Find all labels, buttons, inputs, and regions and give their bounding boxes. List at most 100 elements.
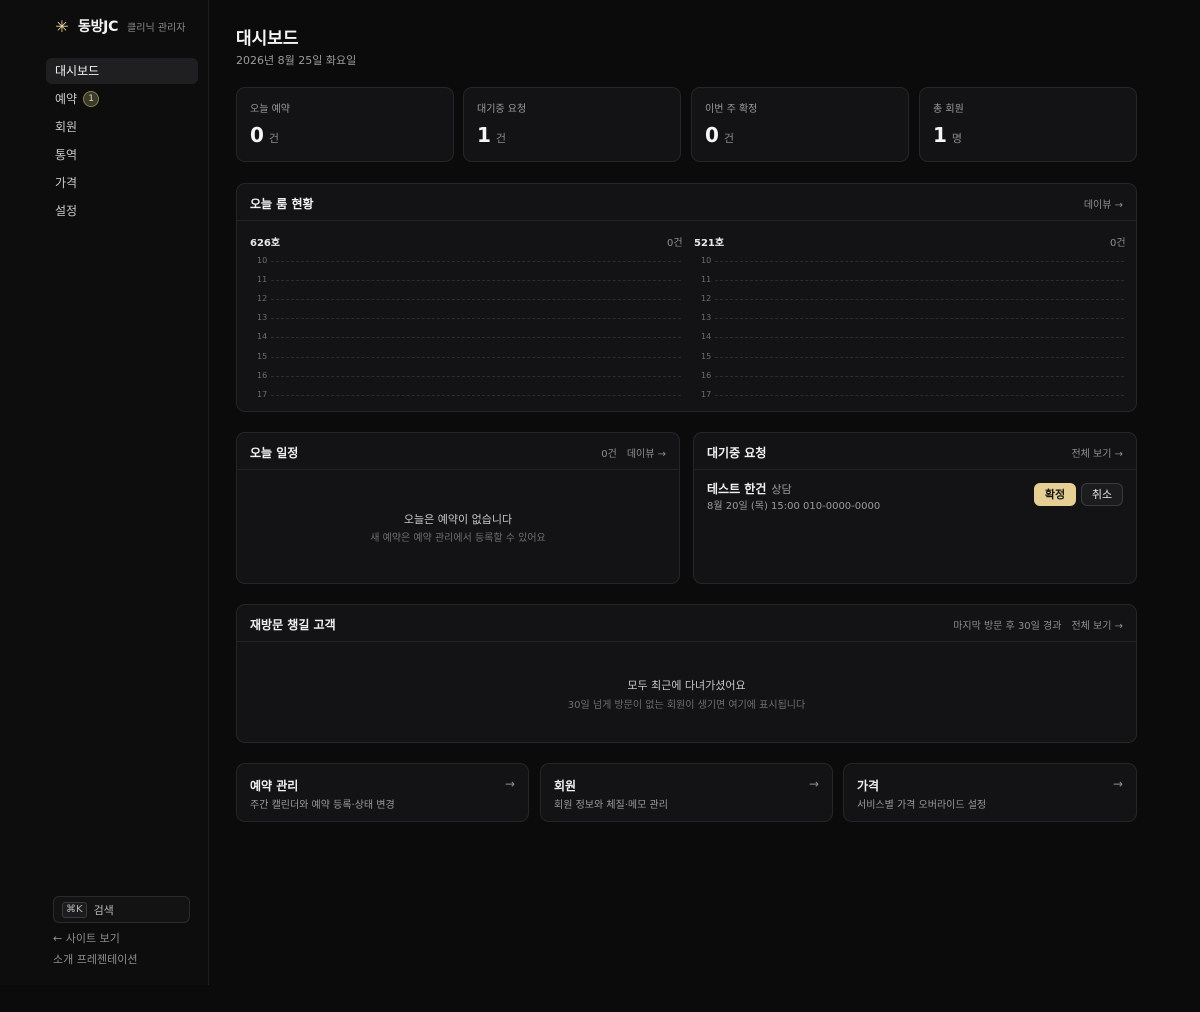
view-all-link[interactable]: 전체 보기 → (1071, 445, 1123, 460)
room-status-panel: 오늘 룸 현황 데이뷰 → 626호 0건 521호 0건 10 11 12 13 14… (236, 183, 1137, 412)
stat-unit: 건 (723, 132, 735, 145)
hour-label: 14 (701, 332, 712, 342)
sidebar-item-label: 회원 (55, 120, 78, 134)
panel-header: 재방문 챙길 고객 마지막 방문 후 30일 경과 전체 보기 → (237, 605, 1136, 642)
hour-slot-line[interactable] (271, 337, 681, 339)
hour-slot-line[interactable] (715, 394, 1124, 397)
hour-slot-line[interactable] (715, 375, 1124, 378)
search-label: 검색 (93, 903, 114, 917)
panel-header: 오늘 일정 0건 데이뷰 → (237, 433, 679, 470)
page-date: 2026년 8월 25일 화요일 (236, 54, 357, 67)
panel-header: 오늘 룸 현황 데이뷰 → (237, 184, 1136, 221)
pending-requests-panel: 대기중 요청 전체 보기 → 테스트 한건 상담 8월 20일 (목) 15:00… (693, 432, 1137, 584)
hour-slot-line[interactable] (715, 261, 1124, 263)
empty-state-title: 오늘은 예약이 없습니다 (403, 513, 513, 526)
empty-state-title: 모두 최근에 다녀가셨어요 (627, 679, 746, 692)
hour-label: 10 (257, 256, 268, 265)
request-client-name: 테스트 한건 (707, 482, 767, 496)
hour-slot-line[interactable] (271, 318, 681, 320)
pending-count-badge: 1 (83, 91, 100, 107)
sidebar-item-label: 대시보드 (55, 64, 100, 78)
quick-link-description: 회원 정보와 체질·메모 관리 (554, 800, 668, 811)
sparkle-logo-icon: ✳ (55, 16, 69, 36)
hour-label: 13 (257, 313, 268, 323)
hour-slot-line[interactable] (715, 280, 1124, 282)
sidebar-item-label: 가격 (55, 176, 78, 190)
hour-slot-line[interactable] (715, 356, 1124, 359)
today-schedule-panel: 오늘 일정 0건 데이뷰 → 오늘은 예약이 없습니다 새 예약은 예약 관리에… (236, 432, 680, 584)
panel-header: 대기중 요청 전체 보기 → (694, 433, 1136, 470)
stat-unit: 건 (495, 132, 507, 145)
shortcut-key-hint: ⌘K (62, 901, 87, 918)
request-meta: 8월 20일 (목) 15:00 010-0000-0000 (707, 501, 881, 512)
hour-label: 11 (701, 275, 712, 285)
hour-label: 16 (701, 370, 712, 380)
hour-slot-line[interactable] (271, 356, 681, 359)
hour-label: 15 (701, 351, 712, 361)
room-name: 626호 (250, 238, 281, 249)
sidebar-item-members[interactable]: 회원 (46, 114, 198, 140)
hour-slot-line[interactable] (271, 299, 681, 301)
quick-link-description: 주간 캘린더와 예약 등록·상태 변경 (250, 800, 395, 811)
stat-value: 1 (477, 123, 491, 147)
revisit-criteria-note: 마지막 방문 후 30일 경과 (953, 621, 1062, 632)
stat-label: 이번 주 확정 (705, 104, 758, 115)
sidebar-item-reservations[interactable]: 예약 1 (46, 86, 198, 112)
hour-slot-line[interactable] (271, 375, 681, 378)
brand-name: 동방JC (78, 19, 119, 35)
panel-title: 대기중 요청 (707, 446, 767, 460)
sidebar-item-pricing[interactable]: 가격 (46, 170, 198, 196)
dayview-link[interactable]: 데이뷰 → (1084, 196, 1123, 211)
arrow-right-icon: → (1112, 777, 1123, 791)
hour-slot-line[interactable] (271, 280, 681, 282)
sidebar-nav: 대시보드 예약 1 회원 통역 가격 설정 (46, 58, 198, 226)
confirm-button[interactable]: 확정 (1034, 483, 1076, 506)
brand[interactable]: ✳ 동방JC 클리닉 관리자 (54, 16, 185, 36)
panel-title: 오늘 룸 현황 (250, 197, 314, 211)
stat-label: 대기중 요청 (477, 104, 527, 115)
hour-slot-line[interactable] (715, 299, 1124, 301)
arrow-right-icon: → (808, 777, 819, 791)
hour-label: 14 (257, 332, 268, 342)
hour-label: 12 (701, 294, 712, 304)
room-booking-count: 0건 (667, 238, 683, 249)
intro-presentation-link[interactable]: 소개 프레젠테이션 (53, 951, 137, 967)
cancel-button[interactable]: 취소 (1081, 483, 1123, 506)
hour-label: 10 (701, 256, 712, 265)
stat-value: 0 (705, 123, 719, 147)
quick-link-title: 예약 관리 (250, 779, 299, 793)
sidebar-item-interpretation[interactable]: 통역 (46, 142, 198, 168)
hour-slot-line[interactable] (271, 261, 681, 263)
quick-link-title: 회원 (554, 779, 577, 793)
search-button[interactable]: ⌘K 검색 (53, 896, 190, 923)
schedule-count: 0건 (601, 449, 617, 460)
quick-link-title: 가격 (857, 779, 880, 793)
page-title: 대시보드 (236, 29, 299, 49)
view-all-link[interactable]: 전체 보기 → (1071, 617, 1123, 632)
sidebar: ✳ 동방JC 클리닉 관리자 대시보드 예약 1 회원 통역 가격 설정 ⌘K … (0, 0, 209, 985)
request-type: 상담 (771, 483, 792, 496)
hour-slot-line[interactable] (271, 394, 681, 397)
quick-link-members[interactable]: 회원 회원 정보와 체질·메모 관리 → (540, 763, 833, 822)
stat-value: 1 (933, 123, 947, 147)
dayview-link[interactable]: 데이뷰 → (627, 445, 666, 460)
stat-card-week-confirmed: 이번 주 확정 0건 (691, 87, 909, 162)
stat-card-today-reservations: 오늘 예약 0건 (236, 87, 454, 162)
sidebar-item-settings[interactable]: 설정 (46, 198, 198, 224)
arrow-right-icon: → (504, 777, 515, 791)
sidebar-item-dashboard[interactable]: 대시보드 (46, 58, 198, 84)
quick-link-reservations[interactable]: 예약 관리 주간 캘린더와 예약 등록·상태 변경 → (236, 763, 529, 822)
room-name: 521호 (694, 238, 725, 249)
hour-slot-line[interactable] (715, 337, 1124, 339)
hour-label: 17 (257, 389, 268, 399)
hour-slot-line[interactable] (715, 318, 1124, 320)
stat-card-pending-requests: 대기중 요청 1건 (463, 87, 681, 162)
hour-label: 11 (257, 275, 268, 285)
stat-value: 0 (250, 123, 264, 147)
revisit-customers-panel: 재방문 챙길 고객 마지막 방문 후 30일 경과 전체 보기 → 모두 최근에… (236, 604, 1137, 743)
view-site-link[interactable]: ← 사이트 보기 (53, 930, 120, 946)
quick-link-pricing[interactable]: 가격 서비스별 가격 오버라이드 설정 → (843, 763, 1137, 822)
panel-title: 오늘 일정 (250, 446, 299, 460)
quick-link-description: 서비스별 가격 오버라이드 설정 (857, 800, 987, 811)
hour-label: 13 (701, 313, 712, 323)
